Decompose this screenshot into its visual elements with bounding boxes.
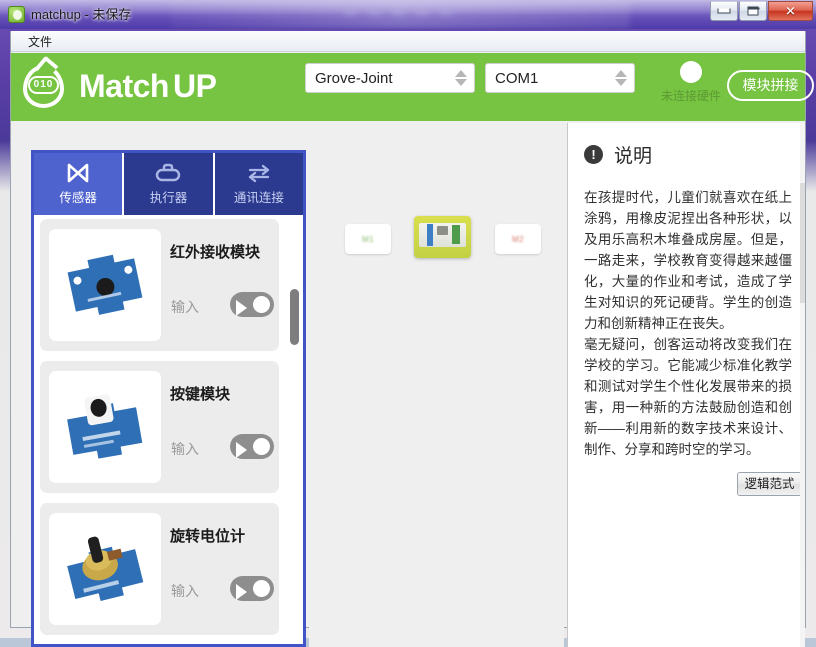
module-thumbnail [49, 513, 161, 625]
module-connector-icon[interactable] [230, 434, 274, 459]
board-green-component [452, 225, 460, 244]
module-io-label: 输入 [171, 297, 199, 317]
workspace-canvas[interactable]: M1 M2 [309, 123, 564, 647]
module-connector-icon[interactable] [230, 292, 274, 317]
tab-communication-label: 通讯连接 [234, 187, 284, 206]
client-area: 文件 010 MatchUP Grove-Joint [10, 31, 806, 628]
window-title: matchup - 未保存 [31, 5, 131, 24]
description-body: 在孩提时代，儿童们就喜欢在纸上涂鸦，用橡皮泥捏出各种形状，以及用乐高积木堆叠成房… [584, 187, 792, 460]
module-io-label: 输入 [171, 439, 199, 459]
logo-mark-icon: 010 [21, 63, 66, 110]
module-assemble-button[interactable]: 模块拼接 [727, 70, 814, 101]
module-thumbnail [49, 371, 161, 483]
title-bar: 一 一 一 一 一 matchup - 未保存 ✕ [0, 0, 816, 29]
module-title: 按键模块 [170, 383, 230, 404]
sensor-icon [66, 162, 90, 184]
port-select-spinner[interactable] [608, 70, 634, 86]
window-controls: ✕ [709, 1, 813, 21]
connection-status: 未连接硬件 [656, 61, 726, 104]
module-thumbnail [49, 229, 161, 341]
module-io-label: 输入 [171, 581, 199, 601]
status-label: 未连接硬件 [656, 87, 726, 104]
canvas-left-chip-label: M1 [362, 235, 374, 244]
menu-item-file[interactable]: 文件 [23, 33, 57, 51]
module-connector-icon[interactable] [230, 576, 274, 601]
module-title: 红外接收模块 [170, 241, 260, 262]
transfer-icon [246, 162, 272, 184]
close-icon: ✕ [785, 5, 796, 18]
category-tabs: 传感器 执行器 通讯连接 [34, 153, 303, 215]
tab-sensors[interactable]: 传感器 [34, 153, 122, 215]
tab-sensors-label: 传感器 [59, 187, 97, 206]
description-panel: ! 说明 在孩提时代，儿童们就喜欢在纸上涂鸦，用橡皮泥捏出各种形状，以及用乐高积… [567, 123, 805, 647]
board-chip-component [437, 226, 448, 235]
board-blue-component [427, 224, 433, 246]
canvas-right-chip-label: M2 [512, 235, 524, 244]
device-select-spinner[interactable] [448, 70, 474, 86]
window-frame: 一 一 一 一 一 matchup - 未保存 ✕ 文件 010 [0, 0, 816, 638]
minimize-icon [718, 9, 731, 14]
canvas-item-left-chip[interactable]: M1 [345, 224, 391, 254]
brand-logo: 010 MatchUP [21, 63, 216, 110]
minimize-button[interactable] [710, 1, 738, 21]
device-select-value: Grove-Joint [306, 70, 448, 87]
canvas-item-right-chip[interactable]: M2 [495, 224, 541, 254]
description-title: 说明 [614, 141, 652, 168]
port-select-value: COM1 [486, 70, 608, 87]
description-paragraph: 在孩提时代，儿童们就喜欢在纸上涂鸦，用橡皮泥捏出各种形状，以及用乐高积木堆叠成房… [584, 187, 792, 334]
maximize-button[interactable] [739, 1, 767, 21]
chevron-up-icon [455, 70, 467, 77]
port-select[interactable]: COM1 [485, 63, 635, 93]
logo-text-up: UP [173, 68, 216, 104]
description-scroll-thumb[interactable] [800, 183, 805, 303]
menu-bar: 文件 [11, 31, 805, 52]
chevron-down-icon [455, 79, 467, 86]
exclamation-icon: ! [584, 145, 603, 164]
module-list[interactable]: 红外接收模块 输入 [40, 219, 297, 641]
logo-text-match: Match [79, 68, 169, 104]
module-library-panel: 传感器 执行器 通讯连接 [31, 150, 306, 647]
logo-inner-text: 010 [28, 76, 59, 94]
device-select[interactable]: Grove-Joint [305, 63, 475, 93]
logo-wordmark: MatchUP [79, 68, 216, 105]
description-paragraph: 毫无疑问，创客运动将改变我们在学校的学习。它能减少标准化教学和测试对学生个性化发… [584, 334, 792, 460]
list-item[interactable]: 旋转电位计 输入 [40, 503, 279, 635]
app-icon [8, 6, 25, 23]
description-header: ! 说明 [584, 141, 652, 168]
actuator-icon [155, 162, 181, 184]
logic-paradigm-button[interactable]: 逻辑范式 [737, 472, 802, 496]
description-scrollbar[interactable] [800, 123, 805, 647]
maximize-icon [748, 7, 759, 16]
canvas-item-main-board[interactable] [414, 216, 471, 258]
list-item[interactable]: 红外接收模块 输入 [40, 219, 279, 351]
chevron-up-icon [615, 70, 627, 77]
chevron-down-icon [615, 79, 627, 86]
tab-communication[interactable]: 通讯连接 [215, 153, 303, 215]
tab-actuators-label: 执行器 [150, 187, 188, 206]
module-list-scrollbar[interactable] [292, 219, 301, 641]
tab-actuators[interactable]: 执行器 [124, 153, 212, 215]
module-title: 旋转电位计 [170, 525, 245, 546]
module-list-scroll-thumb[interactable] [290, 289, 299, 345]
list-item[interactable]: 按键模块 输入 [40, 361, 279, 493]
close-button[interactable]: ✕ [768, 1, 813, 21]
status-indicator-icon [680, 61, 702, 83]
app-header: 010 MatchUP Grove-Joint COM1 [11, 53, 805, 121]
application-window: 一 一 一 一 一 matchup - 未保存 ✕ 文件 010 [0, 0, 816, 638]
